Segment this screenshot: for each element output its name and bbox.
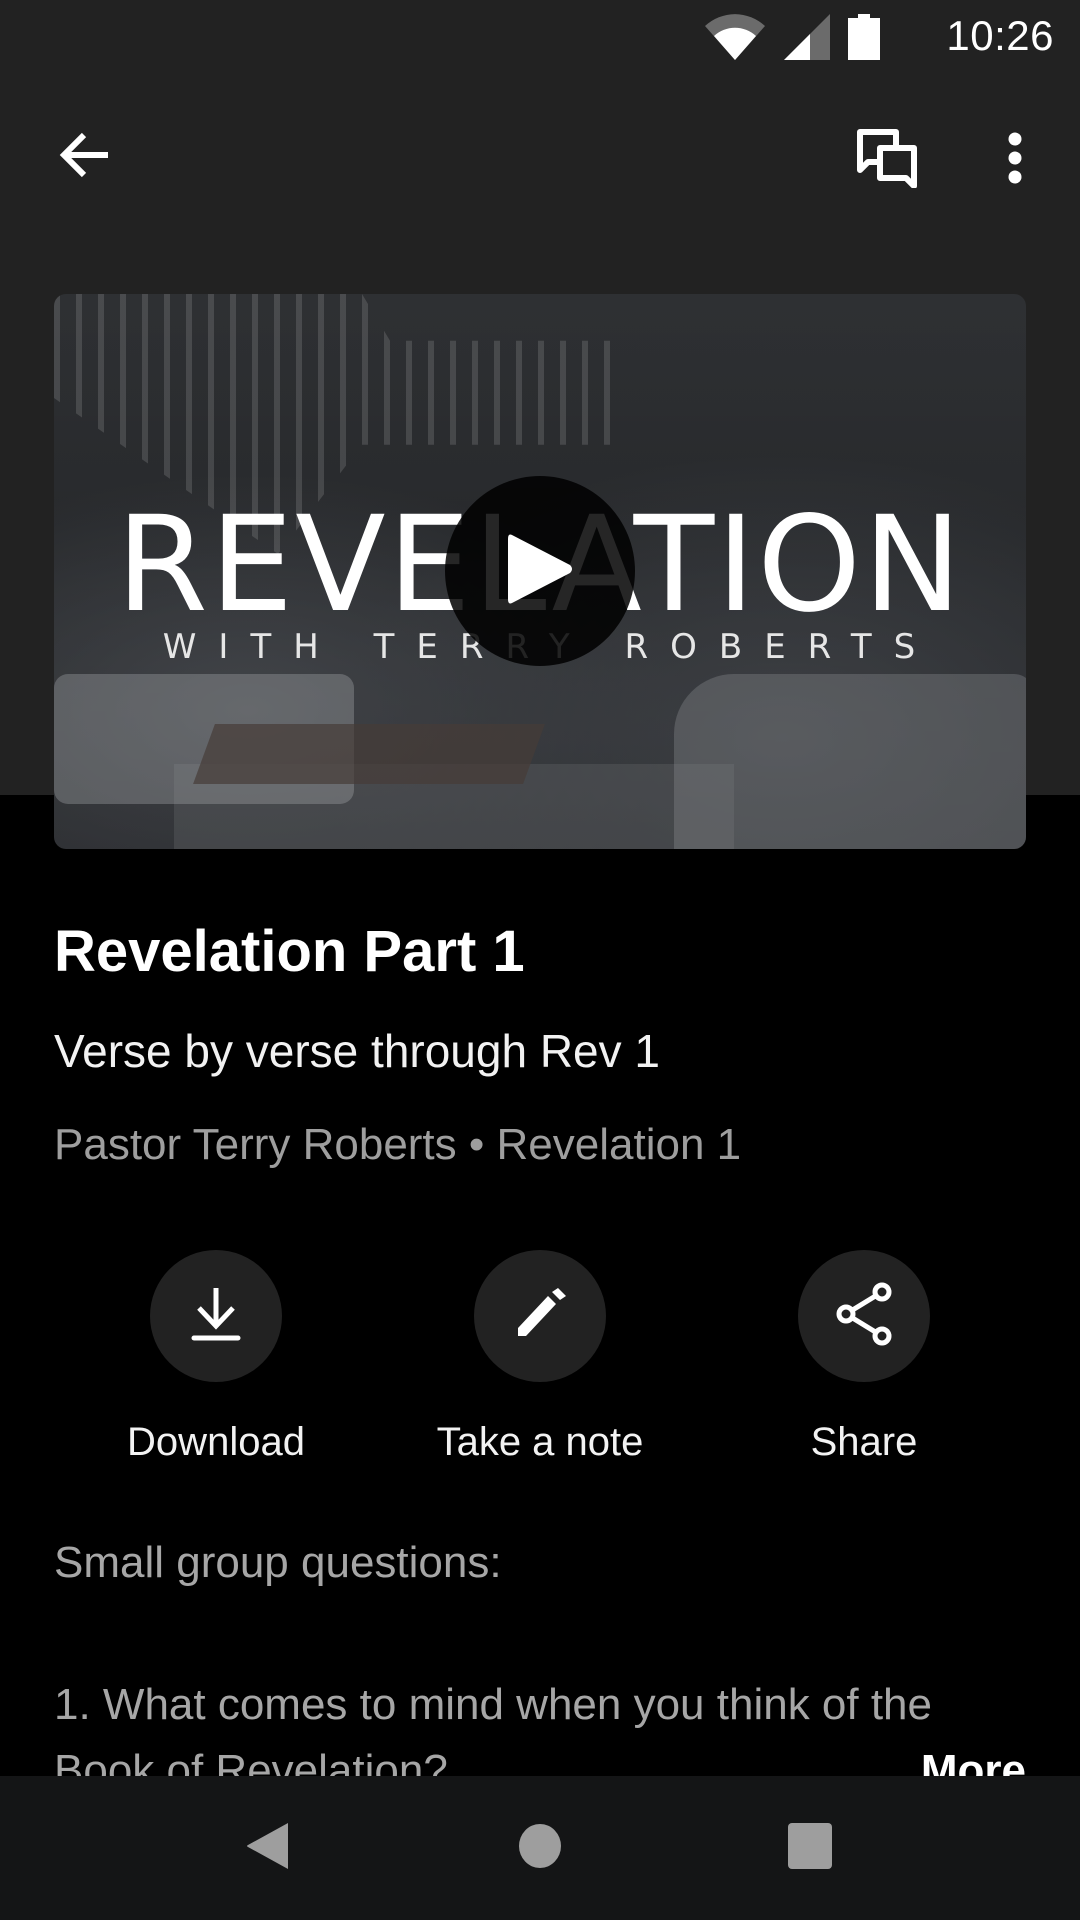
more-options-button[interactable] — [985, 124, 1045, 196]
nav-recents-icon — [787, 1822, 833, 1875]
take-note-circle[interactable] — [474, 1250, 606, 1382]
download-label: Download — [127, 1420, 305, 1464]
cell-signal-icon — [784, 14, 830, 65]
video-title: Revelation Part 1 — [54, 919, 525, 984]
nav-back-button[interactable] — [218, 1806, 318, 1890]
action-row: Download Take a note Share — [0, 1250, 1080, 1470]
share-label: Share — [810, 1420, 918, 1464]
nav-back-icon — [246, 1821, 290, 1876]
share-button[interactable]: Share — [734, 1250, 994, 1465]
more-vertical-icon — [1007, 132, 1023, 189]
take-note-label: Take a note — [436, 1420, 644, 1464]
video-subtitle: Verse by verse through Rev 1 — [54, 1025, 660, 1077]
status-bar: 10:26 — [0, 0, 1080, 80]
take-note-button[interactable]: Take a note — [410, 1250, 670, 1465]
nav-home-button[interactable] — [490, 1806, 590, 1890]
thumbnail-table — [193, 724, 545, 784]
wifi-icon — [704, 14, 766, 65]
pencil-icon — [514, 1287, 566, 1345]
nav-home-icon — [518, 1823, 562, 1874]
arrow-left-icon — [58, 131, 110, 184]
discussion-button[interactable] — [842, 124, 934, 196]
thumbnail-sofa-right — [674, 674, 1026, 849]
chat-bubbles-icon — [856, 128, 920, 193]
play-button[interactable] — [445, 476, 635, 666]
description-body: 1. What comes to mind when you think of … — [54, 1680, 933, 1776]
battery-icon — [848, 14, 880, 65]
status-time: 10:26 — [946, 12, 1054, 59]
more-link[interactable]: More — [921, 1738, 1026, 1776]
status-icons — [704, 14, 880, 65]
video-thumbnail[interactable]: REVELATION WITH TERRY ROBERTS — [54, 294, 1026, 849]
system-nav-bar — [0, 1776, 1080, 1920]
video-meta: Pastor Terry Roberts • Revelation 1 — [54, 1120, 742, 1169]
download-circle[interactable] — [150, 1250, 282, 1382]
share-circle[interactable] — [798, 1250, 930, 1382]
nav-recents-button[interactable] — [760, 1806, 860, 1890]
play-icon — [504, 529, 576, 614]
share-icon — [834, 1282, 894, 1351]
download-button[interactable]: Download — [86, 1250, 346, 1465]
back-button[interactable] — [40, 120, 128, 194]
download-icon — [191, 1286, 241, 1347]
description-heading: Small group questions: — [54, 1538, 502, 1587]
